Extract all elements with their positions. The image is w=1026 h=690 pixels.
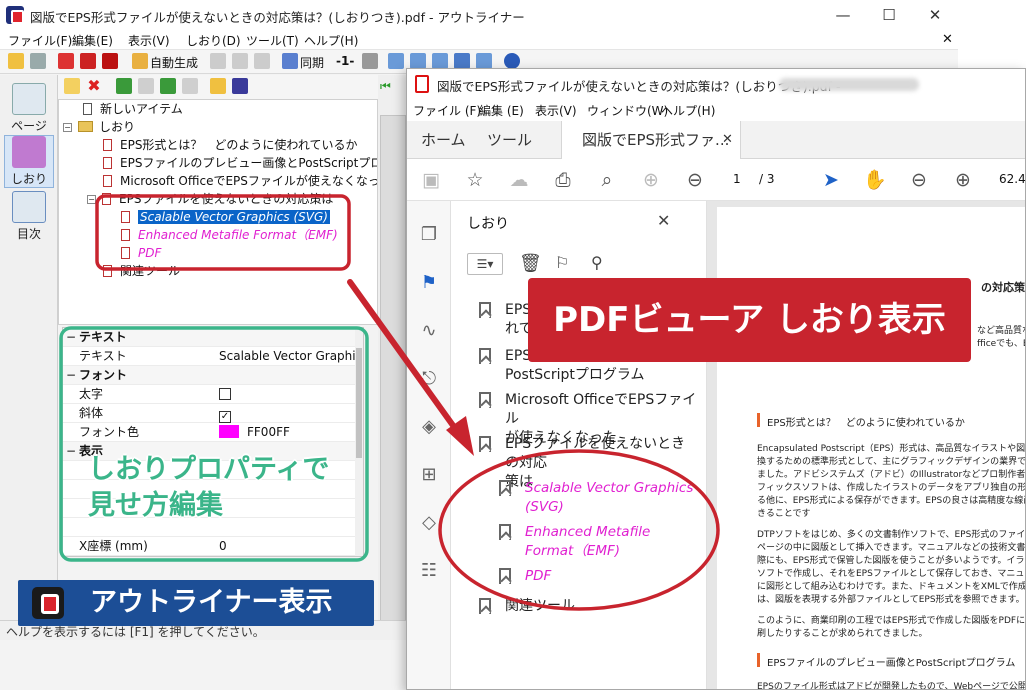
property-note-line1: しおりプロパティで <box>88 454 330 485</box>
outliner-banner-text: アウトライナー表示 <box>90 587 333 618</box>
pdf-bookmark-banner: PDFビューア しおり表示 <box>528 278 971 362</box>
outliner-banner: アウトライナー表示 <box>18 580 374 626</box>
outliner-logo-icon <box>32 587 64 619</box>
highlight-ellipse-pdf <box>438 449 720 611</box>
highlight-box-outliner <box>95 194 351 271</box>
property-note-line2: 見せ方編集 <box>88 490 223 521</box>
property-note: しおりプロパティで 見せ方編集 <box>88 452 329 524</box>
highlight-box-properties <box>59 326 369 562</box>
